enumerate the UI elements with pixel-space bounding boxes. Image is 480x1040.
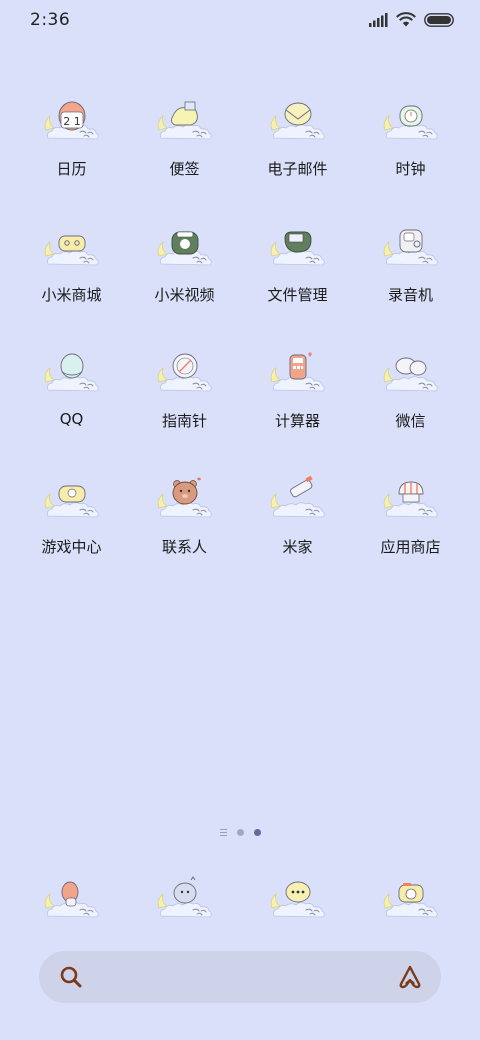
page-dot-2[interactable] [253,829,261,836]
app-label: 便签 [169,160,200,178]
mi-store-icon [44,235,99,266]
app-label: 电子邮件 [267,160,328,178]
phone-icon [44,881,99,918]
recorder-icon [383,229,438,266]
page-indicator [0,829,480,836]
app-game-center[interactable]: 游戏中心 [15,470,128,596]
app-label: 录音机 [387,286,433,304]
app-label: 文件管理 [267,286,328,304]
app-label: 小米商城 [41,286,102,304]
xiao-ai-icon[interactable] [397,964,423,994]
app-mi-video[interactable]: 小米视频 [128,218,241,344]
wechat-icon [383,357,438,392]
app-store-icon [383,481,438,518]
compass-icon [157,353,212,392]
app-file-manager[interactable]: 文件管理 [241,218,354,344]
wifi-icon [396,12,416,27]
app-recorder[interactable]: 录音机 [354,218,467,344]
app-wechat[interactable]: 微信 [354,344,467,470]
status-bar: 2:36 [0,0,480,44]
dock-messages[interactable] [241,870,354,926]
search-bar[interactable] [39,951,441,1003]
status-icons [369,12,454,27]
page-indicator-menu-icon[interactable] [219,829,227,836]
dock [15,870,467,926]
app-label: 应用商店 [380,538,441,556]
app-label: 日历 [56,160,87,178]
cellular-signal-icon [369,12,388,27]
app-label: 计算器 [274,412,320,430]
app-label: 米家 [282,538,313,556]
app-qq[interactable]: QQ [15,344,128,470]
app-grid: 2 1 日历 便签 电子邮件 时钟小米商城 小米视频 文件管理 录音机 QQ 指南针 计算器 微信游戏… [15,92,467,596]
battery-icon [424,12,454,27]
app-label: 时钟 [395,160,426,178]
app-calendar[interactable]: 2 1 日历 [15,92,128,218]
dock-camera[interactable] [354,870,467,926]
app-mijia[interactable]: 米家 [241,470,354,596]
app-label: QQ [59,410,84,428]
app-label: 微信 [395,412,426,430]
svg-text:2 1: 2 1 [63,115,81,128]
notes-icon [157,101,212,140]
calendar-icon: 2 1 [44,101,99,140]
dock-browser[interactable] [128,870,241,926]
game-center-icon [44,485,99,518]
browser-icon [157,876,212,918]
app-clock[interactable]: 时钟 [354,92,467,218]
mi-video-icon [157,231,212,266]
app-app-store[interactable]: 应用商店 [354,470,467,596]
clock-icon [383,105,438,140]
app-label: 指南针 [161,412,207,430]
app-notes[interactable]: 便签 [128,92,241,218]
app-mi-store[interactable]: 小米商城 [15,218,128,344]
search-icon[interactable] [59,965,83,993]
email-icon [270,102,325,140]
app-label: 小米视频 [154,286,215,304]
dock-phone[interactable] [15,870,128,926]
messages-icon [270,881,325,918]
camera-icon [383,883,438,918]
app-calculator[interactable]: 计算器 [241,344,354,470]
page-dot-1[interactable] [236,829,244,836]
app-compass[interactable]: 指南针 [128,344,241,470]
calculator-icon [270,352,325,392]
contacts-icon [157,477,212,518]
qq-icon [44,353,99,392]
app-label: 联系人 [161,538,207,556]
status-time: 2:36 [30,10,71,30]
file-manager-icon [270,231,325,266]
app-contacts[interactable]: 联系人 [128,470,241,596]
app-email[interactable]: 电子邮件 [241,92,354,218]
mijia-icon [270,475,325,518]
app-label: 游戏中心 [41,538,102,556]
